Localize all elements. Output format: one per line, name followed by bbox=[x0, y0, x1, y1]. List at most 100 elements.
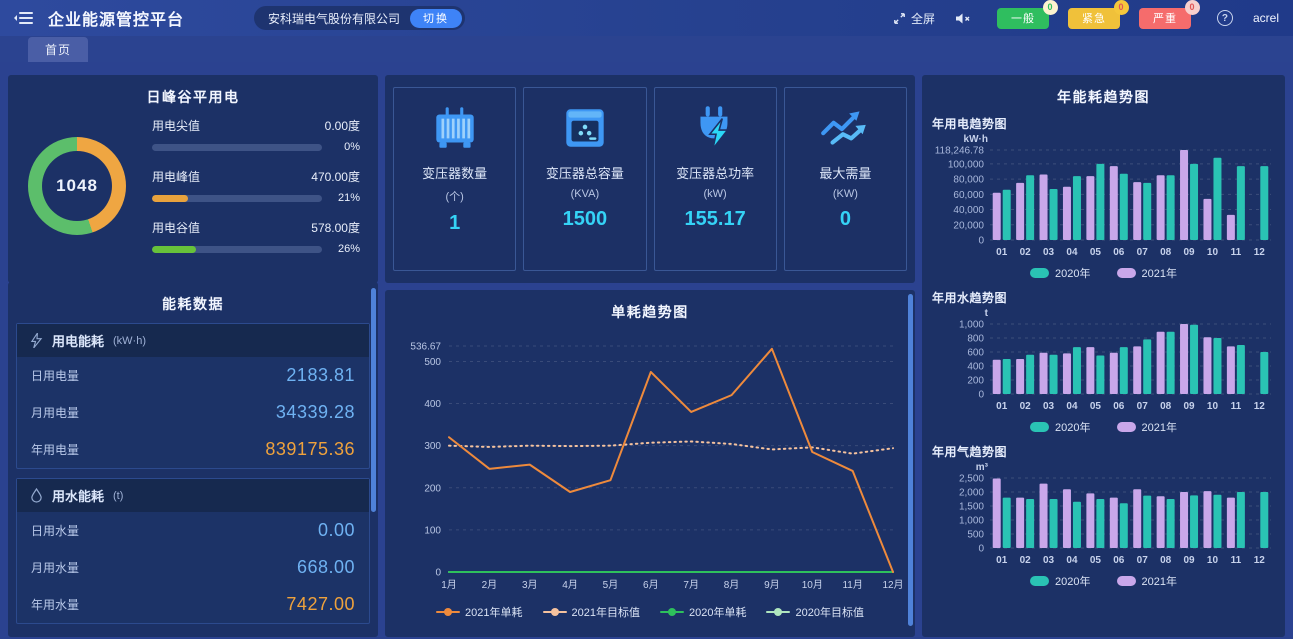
annual-energy-panel: 年能耗趋势图 年用电趋势图 kW·h020,00040,00060,00080,… bbox=[922, 75, 1285, 637]
svg-text:100: 100 bbox=[424, 525, 441, 536]
stat-card-transformer-capacity[interactable]: 变压器总容量 (KVA) 1500 bbox=[523, 87, 646, 271]
stat-card-transformer-power[interactable]: 变压器总功率 (kW) 155.17 bbox=[654, 87, 777, 271]
stat-card-transformer-count[interactable]: 变压器数量 (个) 1 bbox=[393, 87, 516, 271]
svg-text:06: 06 bbox=[1113, 401, 1125, 412]
svg-text:02: 02 bbox=[1020, 247, 1032, 258]
droplet-icon bbox=[30, 488, 43, 503]
svg-text:12: 12 bbox=[1254, 247, 1266, 258]
legend-item[interactable]: 2020年 bbox=[1030, 573, 1090, 589]
energy-row: 日用电量 2183.81 bbox=[17, 357, 369, 394]
svg-text:500: 500 bbox=[967, 530, 984, 541]
svg-text:100,000: 100,000 bbox=[948, 159, 985, 170]
tab-home[interactable]: 首页 bbox=[28, 37, 88, 62]
username[interactable]: acrel bbox=[1253, 11, 1279, 25]
legend-item[interactable]: 2021年 bbox=[1117, 573, 1177, 589]
menu-fold-icon[interactable] bbox=[14, 9, 36, 27]
water-section: 用水能耗 (t) 日用水量 0.00 月用水量 668.00 年用水量 7427… bbox=[16, 478, 370, 624]
svg-text:11: 11 bbox=[1231, 401, 1242, 412]
svg-text:10月: 10月 bbox=[802, 579, 823, 591]
svg-text:7月: 7月 bbox=[683, 579, 699, 591]
svg-text:20,000: 20,000 bbox=[953, 220, 984, 231]
svg-text:05: 05 bbox=[1090, 401, 1102, 412]
svg-text:06: 06 bbox=[1113, 555, 1125, 566]
alarm-normal-badge: 0 bbox=[1043, 0, 1058, 15]
svg-text:05: 05 bbox=[1090, 555, 1102, 566]
page-title: 企业能源管控平台 bbox=[48, 6, 184, 30]
svg-text:1,000: 1,000 bbox=[959, 516, 984, 527]
daily-peak-valley-panel: 日峰谷平用电 1048 用电尖值0.00度 0% 用电峰值470.00度 21%… bbox=[8, 75, 378, 283]
peak-row-peak: 用电峰值470.00度 21% bbox=[152, 168, 360, 204]
legend-item[interactable]: 2020年 bbox=[1030, 419, 1090, 435]
energy-row: 年用电量 839175.36 bbox=[17, 431, 369, 468]
svg-text:40,000: 40,000 bbox=[953, 205, 984, 216]
svg-text:kW·h: kW·h bbox=[964, 134, 988, 145]
svg-text:06: 06 bbox=[1113, 247, 1125, 258]
svg-text:5月: 5月 bbox=[603, 579, 619, 591]
electricity-section: 用电能耗 (kW·h) 日用电量 2183.81 月用电量 34339.28 年… bbox=[16, 323, 370, 469]
svg-text:200: 200 bbox=[967, 376, 984, 387]
legend-item[interactable]: 2020年 bbox=[1030, 265, 1090, 281]
mute-icon[interactable] bbox=[955, 11, 971, 26]
donut-total-value: 1048 bbox=[28, 137, 126, 235]
stat-value: 1 bbox=[449, 212, 460, 235]
svg-text:6月: 6月 bbox=[643, 579, 659, 591]
energy-data-panel: 能耗数据 用电能耗 (kW·h) 日用电量 2183.81 月用电量 34339… bbox=[8, 282, 378, 637]
svg-text:500: 500 bbox=[424, 357, 441, 368]
svg-text:02: 02 bbox=[1020, 401, 1032, 412]
alarm-urgent-badge: 0 bbox=[1114, 0, 1129, 15]
alarm-urgent-button[interactable]: 紧急 0 bbox=[1068, 8, 1120, 29]
svg-text:200: 200 bbox=[424, 483, 441, 494]
panel-title: 年能耗趋势图 bbox=[922, 75, 1285, 107]
svg-text:12月: 12月 bbox=[882, 579, 903, 591]
lightning-icon bbox=[30, 333, 43, 348]
stat-value: 155.17 bbox=[685, 208, 746, 231]
peak-row-sharp: 用电尖值0.00度 0% bbox=[152, 117, 360, 153]
alarm-normal-button[interactable]: 一般 0 bbox=[997, 8, 1049, 29]
svg-text:08: 08 bbox=[1160, 555, 1172, 566]
stat-value: 0 bbox=[840, 208, 851, 231]
annual-gas-bar-chart: m³05001,0001,5002,0002,50001020304050607… bbox=[930, 460, 1277, 572]
svg-text:08: 08 bbox=[1160, 401, 1172, 412]
svg-text:10: 10 bbox=[1207, 247, 1219, 258]
switch-company-button[interactable]: 切换 bbox=[410, 9, 462, 28]
svg-text:03: 03 bbox=[1043, 247, 1055, 258]
legend-item[interactable]: 2021年 bbox=[1117, 265, 1177, 281]
legend-item[interactable]: 2021年目标值 bbox=[543, 604, 640, 620]
legend-item[interactable]: 2020年目标值 bbox=[766, 604, 863, 620]
transformer-icon bbox=[428, 105, 482, 151]
energy-row: 月用电量 34339.28 bbox=[17, 394, 369, 431]
svg-text:08: 08 bbox=[1160, 247, 1172, 258]
stat-card-max-demand[interactable]: 最大需量 (KW) 0 bbox=[784, 87, 907, 271]
water-trend-subtitle: 年用水趋势图 bbox=[932, 289, 1285, 306]
legend-item[interactable]: 2021年 bbox=[1117, 419, 1177, 435]
alarm-buttons: 一般 0 紧急 0 严重 0 bbox=[997, 8, 1191, 29]
svg-text:09: 09 bbox=[1183, 555, 1195, 566]
electricity-trend-subtitle: 年用电趋势图 bbox=[932, 115, 1285, 132]
legend-item[interactable]: 2021年单耗 bbox=[436, 604, 522, 620]
scrollbar-thumb[interactable] bbox=[371, 288, 376, 512]
svg-text:11月: 11月 bbox=[842, 579, 862, 591]
help-icon[interactable]: ? bbox=[1217, 10, 1233, 26]
svg-text:9月: 9月 bbox=[764, 579, 780, 591]
svg-text:03: 03 bbox=[1043, 401, 1055, 412]
svg-text:10: 10 bbox=[1207, 555, 1219, 566]
svg-text:2,000: 2,000 bbox=[959, 488, 984, 499]
company-selector: 安科瑞电气股份有限公司 切换 bbox=[254, 6, 465, 30]
stat-value: 1500 bbox=[563, 208, 608, 231]
svg-text:2,500: 2,500 bbox=[959, 474, 984, 485]
svg-text:400: 400 bbox=[967, 362, 984, 373]
svg-text:1月: 1月 bbox=[441, 579, 457, 591]
panel-title: 单耗趋势图 bbox=[385, 290, 915, 322]
panel-title: 日峰谷平用电 bbox=[8, 75, 378, 107]
alarm-severe-button[interactable]: 严重 0 bbox=[1139, 8, 1191, 29]
svg-text:09: 09 bbox=[1183, 401, 1195, 412]
gas-trend-subtitle: 年用气趋势图 bbox=[932, 443, 1285, 460]
legend-item[interactable]: 2020年单耗 bbox=[660, 604, 746, 620]
svg-text:536.67: 536.67 bbox=[410, 342, 441, 353]
scrollbar-thumb[interactable] bbox=[908, 294, 913, 626]
svg-text:12: 12 bbox=[1254, 401, 1266, 412]
app-header: 企业能源管控平台 安科瑞电气股份有限公司 切换 全屏 一般 0 bbox=[0, 0, 1293, 36]
svg-text:01: 01 bbox=[996, 401, 1008, 412]
svg-text:8月: 8月 bbox=[724, 579, 740, 591]
fullscreen-button[interactable]: 全屏 bbox=[892, 10, 935, 27]
